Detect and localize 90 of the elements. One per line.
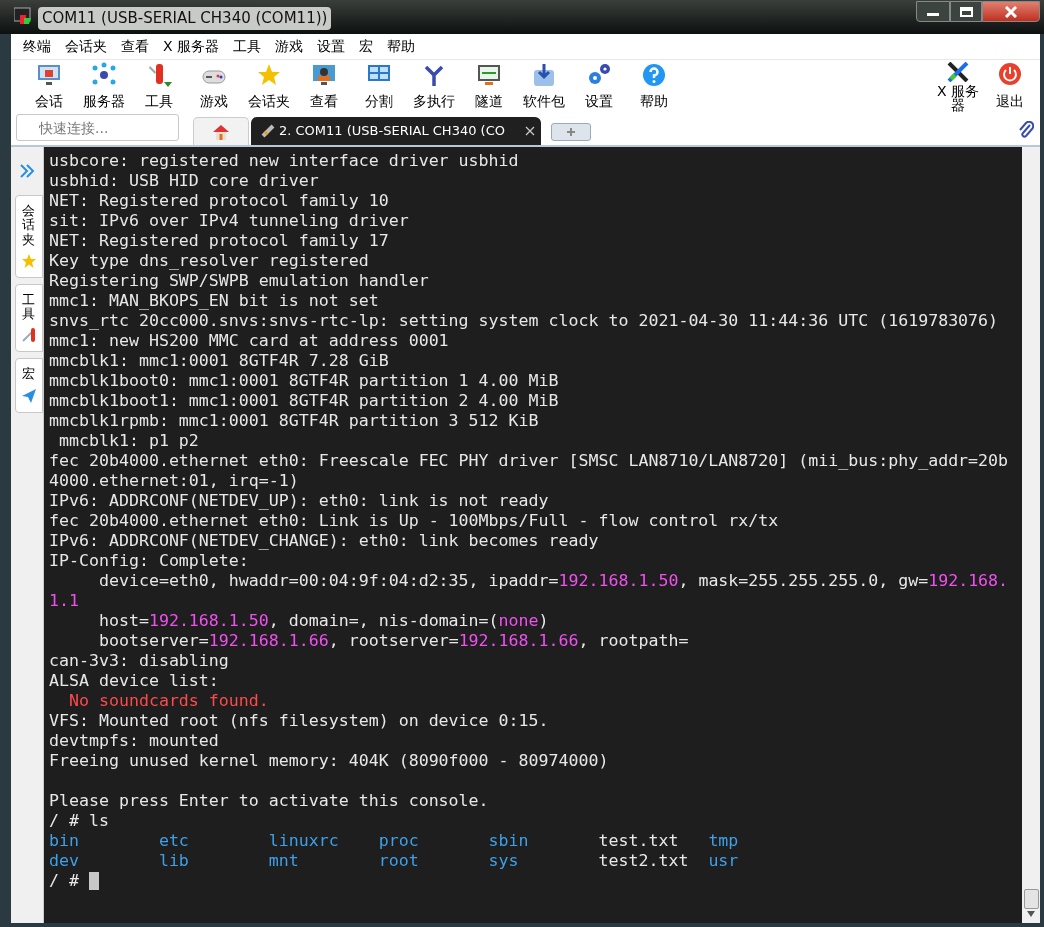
terminal-line: No soundcards found. [67,691,269,711]
star-icon [20,252,37,269]
terminal-line: mmc1: new HS200 MMC card at address 0001 [49,331,449,351]
monitor-icon [35,62,62,88]
menu-item[interactable]: 设置 [310,36,353,57]
terminal-line: bin etc linuxrc proc sbin test.txt tmp [49,831,739,851]
terminal-line: NET: Registered protocol family 17 [49,231,389,251]
toolbar-button[interactable]: 工具 [131,62,186,112]
menu-item[interactable]: 宏 [352,36,381,57]
terminal-line: Key type dns_resolver registered [49,251,369,271]
toolbar-button[interactable]: 软件包 [516,62,571,112]
close-icon [1005,5,1017,18]
toolbar-button[interactable]: 帮助 [626,62,681,112]
terminal-line: mmcblk1: p1 p2 [58,431,199,451]
terminal-line: IP-Config: Complete: [49,551,249,571]
tunnel-monitor-icon [475,62,502,88]
toolbar-button[interactable]: 会话 [21,62,76,112]
menu-item[interactable]: 查看 [114,36,156,57]
terminal-line: mmcblk1boot1: mmc1:0001 8GTF4R partition 2 4.00 MiB [49,391,559,411]
terminal-line: usbcore: registered new interface driver usbhid [49,151,519,171]
terminal-line: mmc1: MAN_BKOPS_EN bit is not set [49,291,379,311]
terminal-line: 4000.ethernet:01, irq=-1) [49,471,299,491]
side-tab[interactable]: 工具 [14,283,43,353]
terminal-line: snvs_rtc 20cc000.snvs:snvs-rtc-lp: setting system clock to 2021-04-30 11:44:36 UTC (1619783076) [49,311,999,331]
terminal-line: ALSA device list: [49,671,219,691]
minimize-button[interactable] [916,1,950,22]
terminal-line: mmcblk1rpmb: mmc1:0001 8GTF4R partition 3 512 KiB [49,411,539,431]
menu-item[interactable]: 会话夹 [58,36,114,57]
home-icon [212,123,230,140]
session-tab[interactable]: 2. COM11 (USB-SERIAL CH340 (CO [251,117,541,145]
toolbar-button[interactable]: 设置 [571,62,626,112]
terminal[interactable] [44,147,1022,923]
plug-icon [261,124,275,138]
knife-icon [20,327,37,344]
x-logo-icon [947,62,969,82]
terminal-line: mmcblk1boot0: mmc1:0001 8GTF4R partition 1 4.00 MiB [49,371,559,391]
terminal-line: mmcblk1: mmc1:0001 8GTF4R 7.28 GiB [49,351,389,371]
expand-icon [19,163,35,179]
toolbar-button[interactable]: 会话夹 [241,62,296,112]
paper-plane-icon [20,387,37,404]
terminal-line: devtmpfs: mounted [49,731,219,751]
menu-item[interactable]: 游戏 [268,36,311,57]
terminal-line: bootserver=192.168.1.66, rootserver=192.168.1.66, rootpath= [97,631,689,651]
window-title: COM11 (USB-SERIAL CH340 (COM11)) [38,7,332,30]
terminal-line: dev lib mnt root sys test2.txt usr [49,851,739,871]
plus-icon [567,128,575,136]
terminal-line: IPv6: ADDRCONF(NETDEV_CHANGE): eth0: link becomes ready [49,531,599,551]
maximize-button[interactable] [950,1,982,22]
quick-connect-field[interactable]: 快速连接... [16,114,179,141]
toolbar-button[interactable]: X 服务器 [932,62,984,112]
terminal-line: Freeing unused kernel memory: 404K (8090f000 - 80974000) [49,751,609,771]
menu-item[interactable]: 终端 [16,36,58,57]
toolbar-button[interactable]: 退出 [984,62,1036,112]
toolbar-button[interactable]: 服务器 [76,62,131,112]
new-tab-button[interactable] [551,123,591,141]
menu-item[interactable]: X 服务器 [156,36,227,57]
terminal-line: / # [49,871,80,891]
terminal-line: fec 20b4000.ethernet eth0: Link is Up - 100Mbps/Full - flow control rx/tx [49,511,779,531]
side-tab[interactable]: 会话夹 [14,195,43,278]
help-icon [640,62,667,88]
terminal-line: VFS: Mounted root (nfs filesystem) on device 0:15. [49,711,549,731]
scroll-down-icon[interactable] [1027,911,1035,917]
terminal-line: 1.1 [49,591,79,611]
terminal-line: / # ls [49,811,109,831]
close-button[interactable] [982,1,1040,22]
terminal-line: Registering SWP/SWPB emulation handler [49,271,429,291]
terminal-line: usbhid: USB HID core driver [49,171,319,191]
person-monitor-icon [310,62,337,88]
app-icon [14,7,32,25]
side-tab[interactable]: 宏 [14,358,43,413]
terminal-line: can-3v3: disabling [49,651,229,671]
toolbar-button[interactable]: 多执行 [406,62,461,112]
home-tab[interactable] [193,117,249,145]
terminal-line: NET: Registered protocol family 10 [49,191,389,211]
terminal-line: Please press Enter to activate this console. [49,791,489,811]
paperclip-icon [1018,121,1034,139]
terminal-line: host=192.168.1.50, domain=, nis-domain=(none) [97,611,549,631]
terminal-line: fec 20b4000.ethernet eth0: Freescale FEC PHY driver [SMSC LAN8710/LAN8720] (mii_bus:phy_addr=20b [49,451,1009,471]
toolbar-button[interactable]: 隧道 [461,62,516,112]
terminal-line: sit: IPv6 over IPv4 tunneling driver [49,211,409,231]
toolbar-button[interactable]: 分割 [351,62,406,112]
scroll-thumb[interactable] [1023,889,1039,909]
menu-item[interactable]: 工具 [226,36,269,57]
power-icon [998,62,1022,86]
toolbar-button[interactable]: 查看 [296,62,351,112]
terminal-line: device=eth0, hwaddr=00:04:9f:04:d2:35, ipaddr=192.168.1.50, mask=255.255.255.0, gw=192.168. [97,571,1009,591]
menu-item[interactable]: 帮助 [380,36,423,57]
terminal-line: IPv6: ADDRCONF(NETDEV_UP): eth0: link is not ready [49,491,549,511]
toolbar-button[interactable]: 游戏 [186,62,241,112]
close-icon [525,126,535,136]
